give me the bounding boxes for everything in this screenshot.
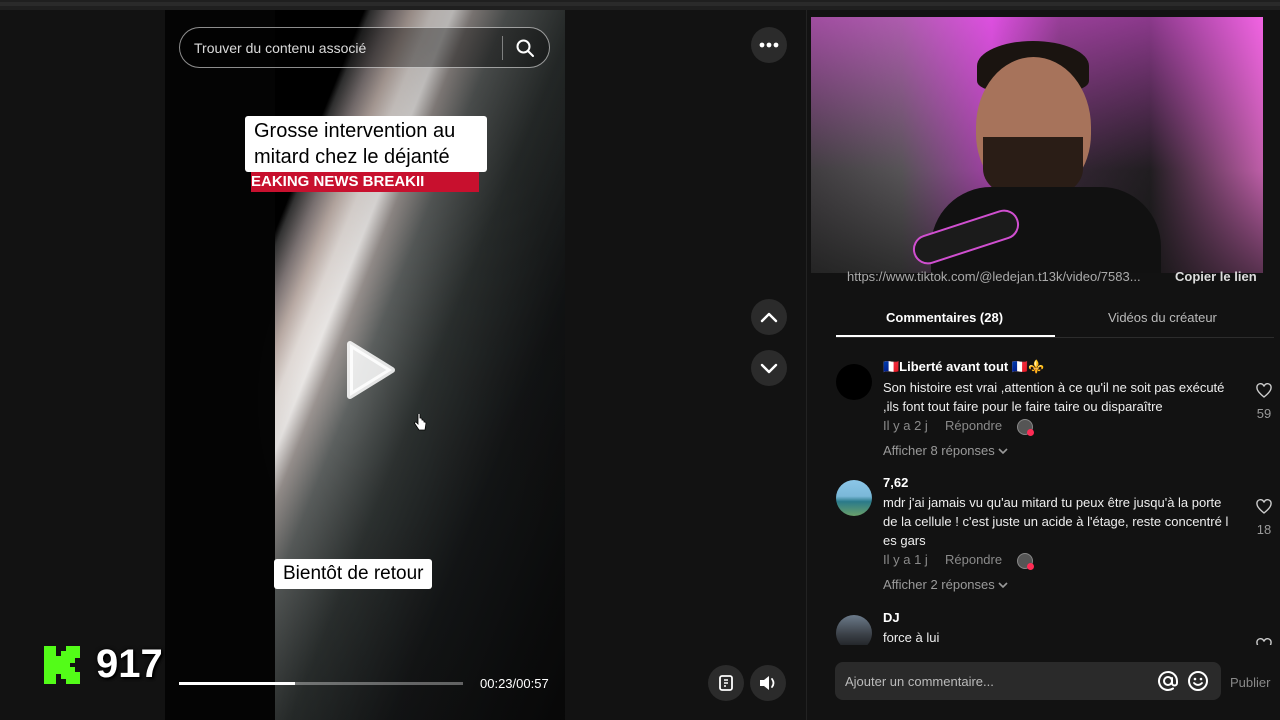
search-divider bbox=[502, 36, 503, 60]
captions-button[interactable] bbox=[708, 665, 744, 701]
panel-tabs: Commentaires (28) Vidéos du créateur bbox=[836, 302, 1274, 338]
comment-input-bar[interactable] bbox=[835, 662, 1221, 700]
progress-fill bbox=[179, 682, 296, 685]
avatar[interactable] bbox=[836, 364, 872, 400]
at-icon[interactable] bbox=[1157, 670, 1179, 692]
avatar[interactable] bbox=[836, 480, 872, 516]
streamer-webcam bbox=[811, 17, 1263, 273]
publish-button[interactable]: Publier bbox=[1230, 675, 1270, 690]
reply-button[interactable]: Répondre bbox=[945, 552, 1002, 567]
video-time: 00:23/00:57 bbox=[480, 676, 549, 691]
browser-top-strip bbox=[0, 0, 1280, 10]
video-caption-top: Grosse intervention au mitard chez le dé… bbox=[245, 116, 487, 172]
tab-comments[interactable]: Commentaires (28) bbox=[886, 310, 1003, 325]
video-caption-bottom: Bientôt de retour bbox=[274, 559, 433, 589]
more-options-button[interactable] bbox=[751, 27, 787, 63]
heart-icon bbox=[1256, 638, 1272, 645]
copy-link-button[interactable]: Copier le lien bbox=[1175, 269, 1257, 284]
viewer-counter: 917 bbox=[96, 642, 163, 686]
like-count: 59 bbox=[1256, 406, 1272, 421]
comment-username[interactable]: 🇫🇷Liberté avant tout 🇫🇷⚜️ bbox=[883, 359, 1238, 375]
comment-text: Son histoire est vrai ,attention à ce qu… bbox=[883, 380, 1225, 414]
volume-button[interactable] bbox=[750, 665, 786, 701]
related-search-input[interactable] bbox=[194, 28, 494, 67]
related-search-bar[interactable] bbox=[179, 27, 550, 68]
reply-button[interactable]: Répondre bbox=[945, 418, 1002, 433]
more-icon bbox=[759, 42, 779, 48]
caption-icon bbox=[719, 675, 733, 691]
previous-video-button[interactable] bbox=[751, 299, 787, 335]
comment-text: force à lui bbox=[883, 630, 940, 645]
chevron-down-icon bbox=[760, 363, 778, 374]
comment-input[interactable] bbox=[845, 662, 1145, 700]
show-replies-button[interactable]: Afficher 2 réponses bbox=[883, 577, 1238, 592]
comment-date: Il y a 1 j bbox=[883, 552, 928, 567]
heart-icon bbox=[1256, 499, 1272, 514]
like-button[interactable]: 59 bbox=[1250, 383, 1278, 421]
video-url[interactable]: https://www.tiktok.com/@ledejan.t13k/vid… bbox=[847, 269, 1157, 284]
heart-icon bbox=[1256, 383, 1272, 398]
search-icon[interactable] bbox=[515, 38, 535, 58]
active-tab-indicator bbox=[836, 335, 1055, 337]
kick-counter-overlay: 917 bbox=[38, 640, 178, 690]
like-button[interactable]: 18 bbox=[1250, 499, 1278, 537]
chevron-down-small-icon bbox=[998, 448, 1008, 455]
comment-username[interactable]: 7,62 bbox=[883, 475, 1238, 490]
breaking-news-banner: EAKING NEWS BREAKII bbox=[251, 172, 479, 192]
side-panel: https://www.tiktok.com/@ledejan.t13k/vid… bbox=[806, 10, 1280, 720]
chevron-down-small-icon bbox=[998, 582, 1008, 589]
comment-date: Il y a 2 j bbox=[883, 418, 928, 433]
avatar[interactable] bbox=[836, 615, 872, 645]
tab-creator-videos[interactable]: Vidéos du créateur bbox=[1108, 310, 1217, 325]
like-count: 18 bbox=[1256, 522, 1272, 537]
like-button[interactable] bbox=[1250, 638, 1278, 645]
emoji-icon[interactable] bbox=[1187, 670, 1209, 692]
play-icon[interactable] bbox=[344, 340, 396, 400]
comment-username[interactable]: DJ bbox=[883, 610, 1238, 625]
comment-list[interactable]: 🇫🇷Liberté avant tout 🇫🇷⚜️ Son histoire e… bbox=[807, 355, 1280, 645]
volume-icon bbox=[760, 676, 775, 690]
hand-cursor-icon bbox=[414, 414, 427, 431]
creator-liked-avatar bbox=[1017, 419, 1034, 436]
show-replies-button[interactable]: Afficher 8 réponses bbox=[883, 443, 1238, 458]
next-video-button[interactable] bbox=[751, 350, 787, 386]
video-player[interactable]: Grosse intervention au mitard chez le dé… bbox=[165, 10, 565, 720]
creator-liked-avatar bbox=[1017, 553, 1034, 570]
chevron-up-icon bbox=[760, 312, 778, 323]
comment-text: mdr j'ai jamais vu qu'au mitard tu peux … bbox=[883, 495, 1229, 548]
share-link-row: https://www.tiktok.com/@ledejan.t13k/vid… bbox=[837, 266, 1257, 290]
kick-logo-icon bbox=[44, 646, 80, 684]
